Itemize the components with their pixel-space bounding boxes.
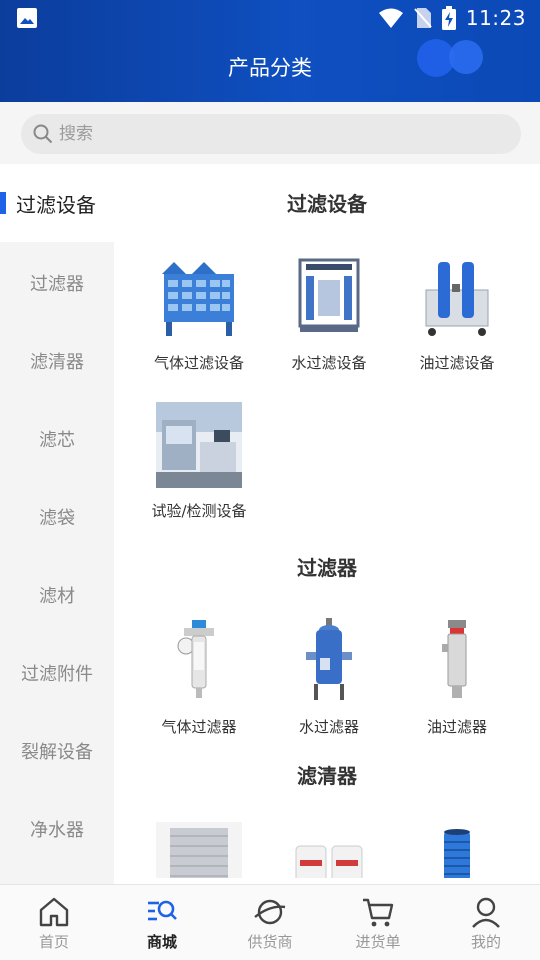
- status-time: 11:23: [465, 6, 526, 30]
- page-title: 产品分类: [228, 56, 312, 80]
- product-label: 水过滤设备: [291, 354, 367, 372]
- app-header: 11:23 产品分类: [0, 0, 540, 102]
- sidebar-item-accessories[interactable]: 过滤附件: [0, 634, 114, 712]
- product-item[interactable]: 油过滤器: [392, 618, 522, 737]
- no-sim-icon: [414, 8, 432, 28]
- product-item[interactable]: [264, 822, 394, 878]
- nav-purchase-list[interactable]: 进货单: [324, 885, 432, 960]
- blue-cleaner-image: [444, 829, 470, 878]
- product-label: 气体过滤器: [161, 718, 237, 736]
- product-item[interactable]: 水过滤器: [264, 618, 394, 737]
- user-icon: [472, 897, 500, 928]
- battery-icon: [441, 6, 456, 30]
- sidebar-item-label: 过滤设备: [16, 192, 96, 217]
- sidebar-item-label: 净水器: [30, 820, 84, 841]
- sidebar-item-label: 滤袋: [39, 508, 75, 529]
- test-equipment-image: [156, 402, 242, 488]
- section-title: 滤清器: [297, 764, 357, 788]
- search-bar: [0, 102, 540, 164]
- category-sidebar: 过滤设备 过滤器 滤清器 滤芯 滤袋 滤材 过滤附件 裂解设备 净水器: [0, 164, 114, 884]
- product-item[interactable]: 气体过滤器: [134, 618, 264, 737]
- status-bar: 11:23: [0, 0, 540, 36]
- water-filter-image: [306, 618, 352, 700]
- mall-icon: [148, 900, 177, 921]
- product-label: 油过滤设备: [419, 354, 495, 372]
- sidebar-item-label: 滤材: [39, 586, 75, 607]
- product-content: 过滤设备 气体过滤设备 水过滤设备 油过滤设备 试验/检测设备 过滤器 气体过滤…: [114, 164, 540, 878]
- nav-label: 商城: [146, 933, 177, 951]
- product-label: 试验/检测设备: [151, 502, 247, 520]
- search-input[interactable]: [59, 124, 479, 144]
- water-filter-equipment-image: [298, 258, 360, 332]
- oil-filter-image: [442, 620, 467, 698]
- cleaner-element-image: [156, 822, 242, 878]
- product-label: 水过滤器: [298, 718, 359, 736]
- sidebar-item-label: 裂解设备: [21, 742, 93, 763]
- cleaner-pair-image: [295, 845, 363, 878]
- sidebar-item-filter-elements[interactable]: 滤芯: [0, 400, 114, 478]
- product-item[interactable]: [134, 822, 264, 878]
- search-icon: [33, 124, 53, 144]
- product-label: 气体过滤设备: [153, 354, 244, 372]
- sidebar-item-cracking-equipment[interactable]: 裂解设备: [0, 712, 114, 790]
- sidebar-item-filters[interactable]: 过滤器: [0, 244, 114, 322]
- gas-filter-image: [177, 620, 214, 698]
- wifi-icon: [378, 8, 403, 28]
- bottom-navigation: 首页 商城 供货商 进货单 我的: [0, 884, 540, 960]
- sidebar-item-label: 过滤附件: [21, 664, 93, 685]
- cart-icon: [363, 898, 394, 927]
- nav-label: 供货商: [247, 933, 293, 951]
- sidebar-item-filter-equipment[interactable]: 过滤设备: [0, 164, 114, 242]
- product-item[interactable]: [392, 822, 522, 878]
- sidebar-item-water-purifier[interactable]: 净水器: [0, 790, 114, 868]
- sidebar-item-label: 滤芯: [39, 430, 75, 451]
- planet-icon: [254, 899, 286, 925]
- sidebar-item-cleaners[interactable]: 滤清器: [0, 322, 114, 400]
- section-title: 过滤器: [297, 556, 357, 580]
- sidebar-item-label: 过滤器: [30, 274, 84, 295]
- nav-label: 进货单: [355, 933, 401, 951]
- product-item[interactable]: 气体过滤设备: [134, 254, 264, 373]
- search-box[interactable]: [21, 114, 521, 154]
- nav-label: 我的: [470, 933, 501, 951]
- nav-supplier[interactable]: 供货商: [216, 885, 324, 960]
- product-item[interactable]: 油过滤设备: [392, 254, 522, 373]
- section-title: 过滤设备: [287, 192, 367, 216]
- sidebar-item-label: 滤清器: [30, 352, 84, 373]
- product-item[interactable]: 试验/检测设备: [134, 402, 264, 521]
- product-label: 油过滤器: [426, 718, 487, 736]
- image-notification-icon: [17, 8, 37, 28]
- sidebar-item-filter-media[interactable]: 滤材: [0, 556, 114, 634]
- nav-mall[interactable]: 商城: [108, 885, 216, 960]
- product-item[interactable]: 水过滤设备: [264, 254, 394, 373]
- home-icon: [39, 897, 69, 927]
- gas-filter-equipment-image: [162, 262, 234, 336]
- sidebar-item-filter-bags[interactable]: 滤袋: [0, 478, 114, 556]
- oil-filter-equipment-image: [425, 262, 489, 336]
- nav-mine[interactable]: 我的: [432, 885, 540, 960]
- nav-home[interactable]: 首页: [0, 885, 108, 960]
- nav-label: 首页: [38, 933, 69, 951]
